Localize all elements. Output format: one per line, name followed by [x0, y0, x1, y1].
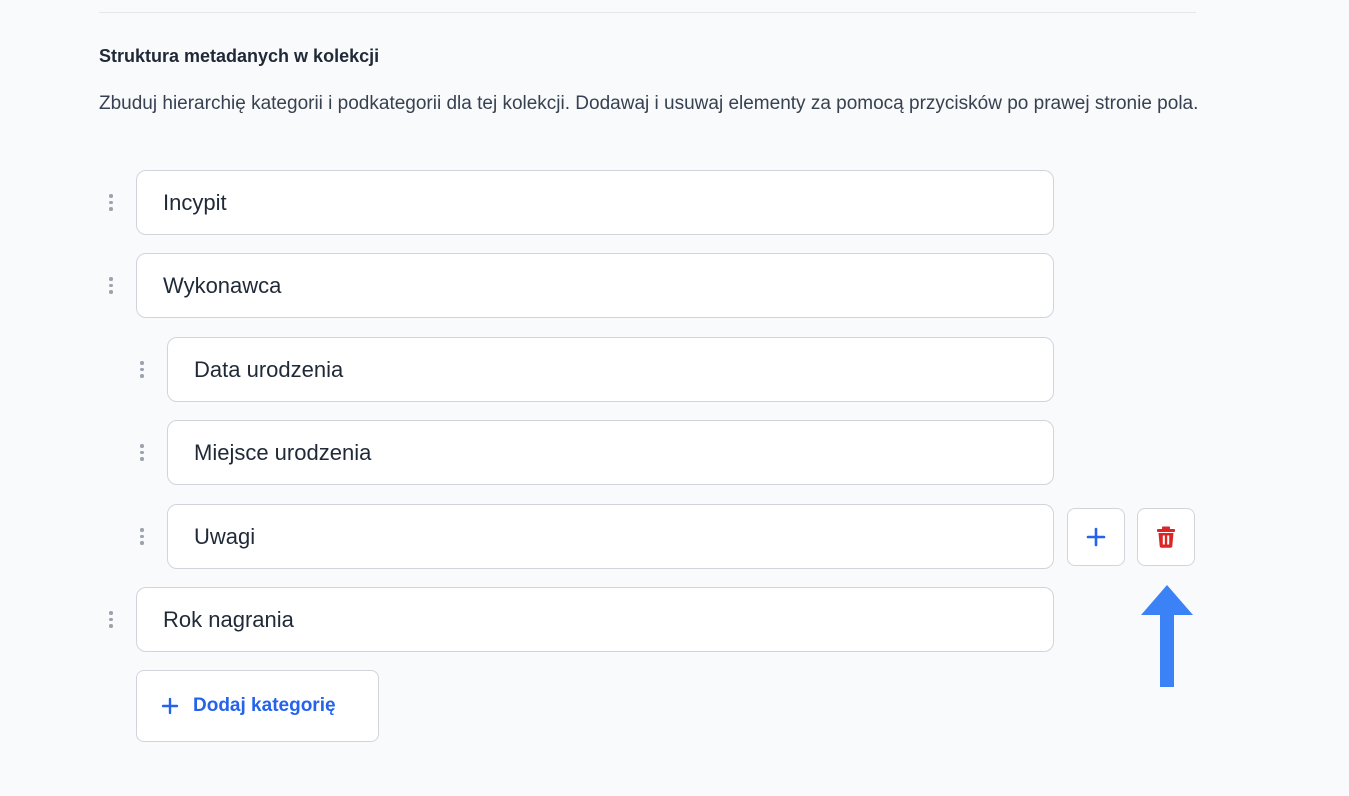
add-category-label: Dodaj kategorię	[193, 695, 336, 716]
category-row: Wykonawca	[0, 253, 1060, 318]
drag-handle-icon[interactable]	[105, 170, 117, 235]
subcategory-field-value: Miejsce urodzenia	[194, 439, 372, 465]
add-subcategory-button[interactable]	[1067, 508, 1125, 566]
plus-icon	[1086, 527, 1106, 547]
category-row: Incypit	[0, 170, 1060, 235]
drag-handle-icon[interactable]	[105, 587, 117, 652]
plus-icon	[161, 697, 179, 715]
drag-handle-icon[interactable]	[136, 337, 148, 402]
delete-category-button[interactable]	[1137, 508, 1195, 566]
section-description: Zbuduj hierarchię kategorii i podkategor…	[99, 93, 1199, 114]
category-field-value: Incypit	[163, 189, 227, 215]
category-field-value: Rok nagrania	[163, 606, 294, 632]
drag-handle-icon[interactable]	[105, 253, 117, 318]
trash-icon	[1157, 526, 1175, 548]
section-title: Struktura metadanych w kolekcji	[99, 46, 380, 66]
drag-handle-icon[interactable]	[136, 420, 148, 485]
subcategory-row: Data urodzenia	[0, 337, 1060, 402]
subcategory-field[interactable]: Uwagi	[167, 504, 1054, 569]
subcategory-row: Miejsce urodzenia	[0, 420, 1060, 485]
page: Struktura metadanych w kolekcji Zbuduj h…	[0, 0, 1349, 796]
category-field[interactable]: Wykonawca	[136, 253, 1054, 318]
subcategory-field-value: Data urodzenia	[194, 356, 344, 382]
subcategory-field-value: Uwagi	[194, 523, 256, 549]
subcategory-field[interactable]: Data urodzenia	[167, 337, 1054, 402]
subcategory-field[interactable]: Miejsce urodzenia	[167, 420, 1054, 485]
category-row: Rok nagrania	[0, 587, 1060, 652]
divider	[99, 12, 1196, 13]
add-category-button[interactable]: Dodaj kategorię	[136, 670, 379, 742]
drag-handle-icon[interactable]	[136, 504, 148, 569]
category-field-value: Wykonawca	[163, 272, 282, 298]
category-field[interactable]: Incypit	[136, 170, 1054, 235]
subcategory-row: Uwagi	[0, 504, 1200, 569]
category-field[interactable]: Rok nagrania	[136, 587, 1054, 652]
arrow-up-icon	[1141, 585, 1193, 687]
